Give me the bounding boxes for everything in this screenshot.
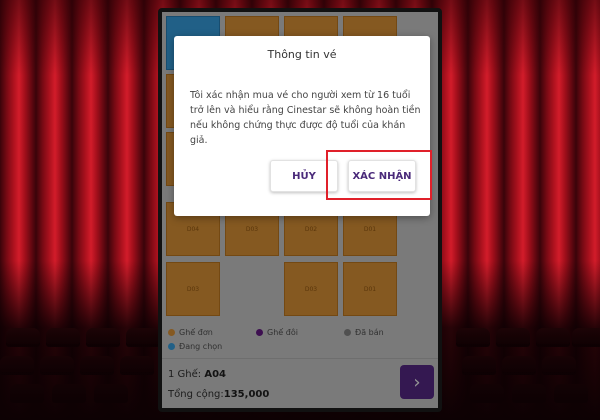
app-screen: D04 D03 D02 D01 D03 D03 D01 Ghế đơn Ghế … bbox=[162, 12, 438, 408]
phone-frame: D04 D03 D02 D01 D03 D03 D01 Ghế đơn Ghế … bbox=[158, 8, 442, 412]
dialog-title: Thông tin vé bbox=[267, 48, 337, 61]
confirm-highlight-box bbox=[326, 150, 432, 200]
dialog-message: Tôi xác nhận mua vé cho người xem từ 16 … bbox=[190, 90, 421, 146]
